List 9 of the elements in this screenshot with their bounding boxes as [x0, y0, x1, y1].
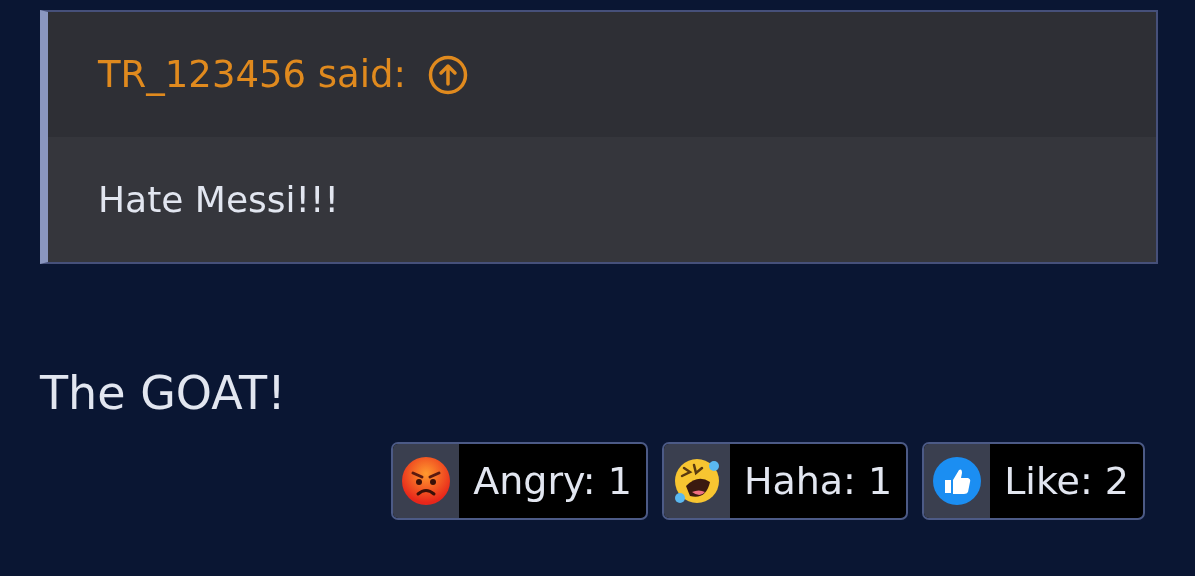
- quote-text: Hate Messi!!!: [98, 179, 339, 220]
- reaction-button[interactable]: Like: 2: [922, 442, 1145, 520]
- reaction-button[interactable]: Haha: 1: [661, 442, 909, 520]
- angry-face-icon: [401, 456, 452, 506]
- thumbs-up-icon: [932, 456, 983, 506]
- post-text: The GOAT!: [40, 366, 286, 420]
- quote-author: TR_123456 said:: [98, 53, 406, 96]
- reaction-button[interactable]: Angry: 1: [391, 442, 648, 520]
- arrow-up-circle-icon[interactable]: [428, 54, 468, 95]
